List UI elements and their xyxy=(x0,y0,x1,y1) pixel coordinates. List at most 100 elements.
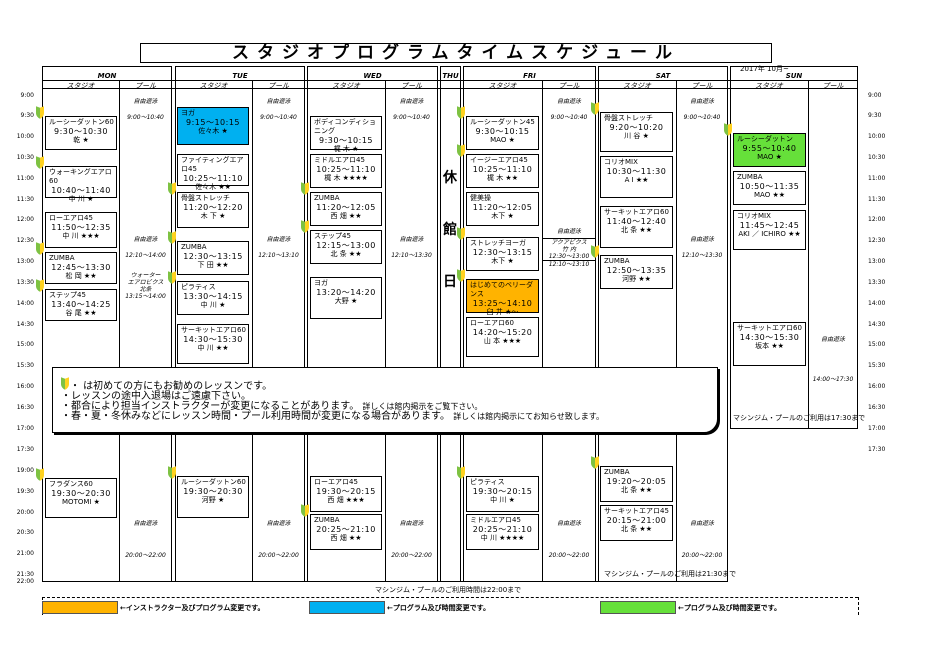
class-instructor: 北 条 ★★ xyxy=(620,486,652,494)
pool-header: プール xyxy=(691,82,713,90)
class-name: コリオMIX xyxy=(604,158,638,166)
time-label: 10:00 xyxy=(16,133,34,140)
class-time: 14:30～15:30 xyxy=(739,333,800,342)
class-name: ステップ45 xyxy=(314,232,351,240)
sunday-usage-note: マシンジム・プールのご利用は17:30まで xyxy=(733,414,866,422)
class-name: 骨盤ストレッチ xyxy=(181,194,230,202)
beginner-leaf-icon xyxy=(724,124,733,136)
class-instructor: 佐々木 ★★ xyxy=(195,183,231,191)
time-label: 21:00 xyxy=(16,550,34,557)
class-block-wed: ヨガ 13:20～14:20 大野 ★ xyxy=(310,277,382,319)
class-time: 9:30～10:15 xyxy=(318,136,374,145)
class-name: ファイティングエアロ45 xyxy=(181,156,244,173)
day-column-thu xyxy=(440,66,461,581)
class-time: 13:25～14:10 xyxy=(472,299,533,308)
class-block-mon: ローエアロ45 11:50～12:35 中 川 ★★★ xyxy=(45,212,117,248)
class-name: ミドルエアロ45 xyxy=(314,156,365,164)
closed-day-label: 休館日 xyxy=(443,170,457,290)
class-time: 9:15～10:15 xyxy=(185,118,241,127)
time-label: 15:00 xyxy=(16,341,34,348)
class-instructor: 川 谷 ★ xyxy=(624,132,649,140)
legend-label: ←プログラム及び時間変更です。 xyxy=(678,604,781,612)
class-name: ZUMBA xyxy=(314,516,340,524)
day-name-wed: WED xyxy=(363,72,382,80)
usage-note: マシンジム・プールのご利用時間は22:00まで xyxy=(375,586,522,594)
studio-header: スタジオ xyxy=(66,82,95,90)
class-block-fri: はじめてのベリーダンス 13:25～14:10 臼 井 ★～ xyxy=(466,279,539,316)
class-instructor: 北 条 ★★ xyxy=(620,226,652,234)
class-block-sat: サーキットエアロ45 20:15～21:00 北 条 ★★ xyxy=(600,505,673,541)
time-label: 22:00 xyxy=(16,578,34,585)
class-name: 健美操 xyxy=(470,194,491,202)
pool-slot: 自由遊泳 12:10～13:10 xyxy=(258,236,299,259)
pool-slot: 自由遊泳 9:00～10:40 xyxy=(260,98,297,121)
class-instructor: 北 条 ★★ xyxy=(620,525,652,533)
time-label: 10:30 xyxy=(16,154,34,161)
legend-swatch-green xyxy=(600,601,676,614)
time-label: 16:00 xyxy=(868,383,886,390)
class-time: 14:20～15:20 xyxy=(472,328,533,337)
class-time: 20:25～21:10 xyxy=(472,525,533,534)
class-block-wed: ZUMBA 11:20～12:05 西 畑 ★★ xyxy=(310,192,382,226)
class-instructor: 河野 ★ xyxy=(201,496,225,504)
class-time: 9:30～10:30 xyxy=(53,127,109,136)
class-instructor: 山 本 ★★★ xyxy=(483,337,522,345)
saturday-usage-note: マシンジム・プールのご利用は21:30まで xyxy=(604,570,737,578)
pool-slot: 自由遊泳 xyxy=(556,228,581,235)
class-instructor: 梶 木 ★★★★ xyxy=(324,174,368,182)
class-time: 9:20～10:20 xyxy=(609,123,664,132)
time-label: 10:30 xyxy=(868,154,886,161)
class-name: ローエアロ45 xyxy=(314,478,358,486)
class-instructor: MOTOMI ★ xyxy=(62,498,100,506)
class-instructor: 木下 ★ xyxy=(491,257,514,265)
time-label: 9:00 xyxy=(868,92,882,99)
class-time: 11:20～12:20 xyxy=(183,203,243,212)
studio-header: スタジオ xyxy=(623,82,651,90)
pool-header: プール xyxy=(268,82,289,90)
class-name: ピラティス xyxy=(181,283,216,291)
class-block-sat: 骨盤ストレッチ 9:20～10:20 川 谷 ★ xyxy=(600,112,673,152)
pool-slot: ウォーター エアロビクス 北条 13:15～14:00 xyxy=(125,272,166,300)
class-instructor: 下 田 ★★ xyxy=(197,261,229,269)
class-block-sun: ZUMBA 10:50～11:35 MAO ★★ xyxy=(733,171,806,205)
beginner-leaf-icon xyxy=(36,469,45,481)
beginner-leaf-icon xyxy=(301,221,310,233)
time-label: 14:30 xyxy=(16,321,34,328)
class-block-mon: フラダンス60 19:30～20:30 MOTOMI ★ xyxy=(45,478,117,518)
class-block-sat: サーキットエアロ60 11:40～12:40 北 条 ★★ xyxy=(600,206,673,248)
class-time: 12:30～13:15 xyxy=(183,252,243,261)
time-label: 20:00 xyxy=(16,509,34,516)
notice-line: 詳しくは館内掲示をご覧下さい。 xyxy=(362,402,483,411)
class-instructor: 中 川 ★★ xyxy=(197,344,229,352)
class-instructor: 西 畑 ★★★ xyxy=(327,496,365,504)
day-name-thu: THU xyxy=(442,72,459,80)
time-label: 13:30 xyxy=(16,279,34,286)
studio-header: スタジオ xyxy=(755,82,783,90)
class-time: 12:30～13:15 xyxy=(472,248,533,257)
class-instructor: 臼 井 ★～ xyxy=(486,308,519,316)
time-label: 16:30 xyxy=(868,404,886,411)
class-block-wed: ミドルエアロ45 10:25～11:10 梶 木 ★★★★ xyxy=(310,154,382,188)
class-block-mon: ルーシーダットン60 9:30～10:30 乾 ★ xyxy=(45,116,117,150)
time-label: 17:00 xyxy=(868,425,886,432)
class-time: 11:20～12:05 xyxy=(472,203,533,212)
beginner-leaf-icon xyxy=(301,505,310,517)
beginner-leaf-icon xyxy=(457,145,466,157)
pool-slot: 自由遊泳 12:10～13:30 xyxy=(681,236,723,259)
time-label: 12:00 xyxy=(868,216,886,223)
studio-header: スタジオ xyxy=(488,82,517,90)
class-name: ストレッチヨーガ xyxy=(470,239,526,247)
class-block-sun: サーキットエアロ60 14:30～15:30 坂本 ★★ xyxy=(733,322,806,366)
legend-label: ←インストラクター及びプログラム変更です。 xyxy=(120,604,265,612)
beginner-leaf-icon xyxy=(457,467,466,479)
class-name: ルーシーダットン60 xyxy=(181,478,246,486)
beginner-leaf-icon xyxy=(36,107,45,119)
time-label: 14:00 xyxy=(868,300,886,307)
time-label: 14:30 xyxy=(868,321,886,328)
day-name-sat: SAT xyxy=(655,72,671,80)
pool-slot: 12:10～13:10 xyxy=(548,261,590,268)
class-time: 10:25～11:10 xyxy=(316,165,376,174)
class-block-sat: ZUMBA 19:20～20:05 北 条 ★★ xyxy=(600,466,673,502)
class-instructor: MAO ★★ xyxy=(754,191,785,199)
class-name: ミドルエアロ45 xyxy=(470,516,521,524)
